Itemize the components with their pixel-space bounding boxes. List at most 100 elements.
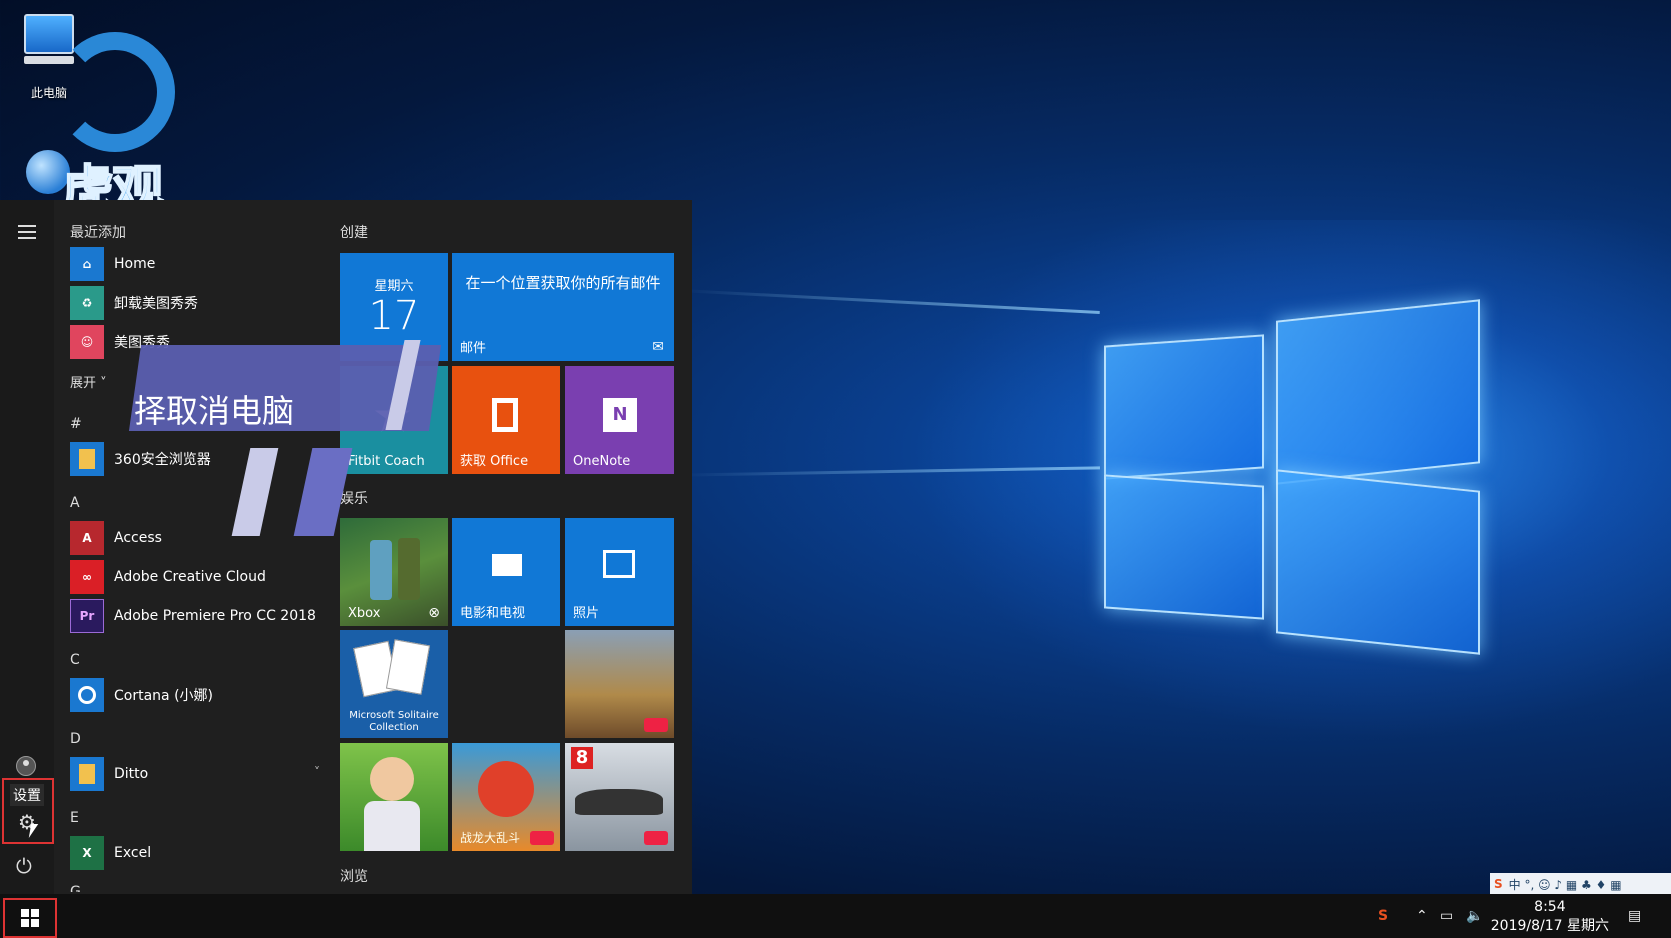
app-item-access[interactable]: A Access (70, 521, 320, 555)
cortana-icon (70, 678, 104, 712)
user-avatar[interactable] (16, 756, 36, 776)
tile-label: 邮件 (460, 341, 487, 356)
tile-label: Microsoft Solitaire Collection (349, 710, 439, 733)
app-label: Access (114, 530, 162, 546)
app-item-cortana[interactable]: Cortana (小娜) (70, 678, 320, 712)
clapperboard-icon (492, 554, 522, 576)
app-item-excel[interactable]: X Excel (70, 836, 320, 870)
tile-label: 获取 Office (460, 454, 529, 469)
dragon-icon (478, 761, 534, 817)
card-icon (385, 639, 431, 695)
clock-date: 2019/8/17 星期六 (1490, 918, 1609, 934)
volume-icon[interactable]: 🔈 (1466, 894, 1483, 938)
settings-button[interactable]: 设置 ⚙ (2, 778, 54, 844)
asphalt-tile[interactable]: 8 (565, 743, 674, 851)
calendar-day: 星期六 (374, 279, 414, 294)
office-icon (492, 398, 518, 432)
section-letter[interactable]: A (70, 495, 80, 511)
section-letter[interactable]: G (70, 884, 81, 892)
tile-label: OneNote (573, 454, 631, 469)
hamburger-menu-icon[interactable] (18, 225, 36, 243)
app-label: Home (114, 256, 156, 272)
app-item-home[interactable]: ⌂ Home (70, 247, 320, 281)
xbox-icon: ⊗ (428, 605, 440, 621)
network-icon[interactable]: ▭ (1440, 894, 1453, 938)
tile-label: 照片 (573, 606, 600, 621)
onenote-icon: N (603, 398, 637, 432)
gameloft-badge-icon (644, 831, 668, 845)
clock-time: 8:54 (1534, 899, 1566, 915)
app-item-360-browser[interactable]: 360安全浏览器 ˅ (70, 442, 320, 476)
power-icon[interactable]: ⏻ (16, 854, 32, 878)
section-letter[interactable]: C (70, 652, 80, 668)
ime-toolbar[interactable]: S 中 °, ☺ ♪ ▦ ♣ ♦ ▦ (1490, 873, 1671, 895)
app-label: Cortana (小娜) (114, 688, 213, 704)
app-label: 卸载美图秀秀 (114, 296, 198, 312)
windows-icon (21, 909, 39, 927)
start-rail: 设置 ⚙ ⏻ (0, 200, 54, 897)
chevron-up-icon[interactable]: ⌃ (1416, 894, 1428, 938)
empire-game-tile[interactable] (565, 630, 674, 738)
group-header: 娱乐 (340, 491, 368, 507)
notification-icon[interactable]: ▤ (1628, 894, 1641, 938)
dragon-game-tile[interactable]: 战龙大乱斗 (452, 743, 560, 851)
watermark-logo: 虎观 (10, 20, 180, 222)
section-letter[interactable]: E (70, 810, 79, 826)
mail-icon: ✉ (652, 339, 664, 355)
recent-header: 最近添加 (70, 225, 126, 241)
app-item-ditto[interactable]: Ditto ˅ (70, 757, 320, 791)
app-item-premiere[interactable]: Pr Adobe Premiere Pro CC 2018 (70, 599, 320, 633)
onenote-tile[interactable]: N OneNote (565, 366, 674, 474)
section-letter[interactable]: # (70, 416, 82, 432)
photos-tile[interactable]: 照片 (565, 518, 674, 626)
folder-icon (70, 757, 104, 791)
solitaire-tile[interactable]: Microsoft Solitaire Collection (340, 630, 448, 738)
group-header: 创建 (340, 225, 368, 241)
gardenscapes-tile[interactable] (340, 743, 448, 851)
tile-label: Fitbit Coach (348, 454, 425, 469)
mail-text: 在一个位置获取你的所有邮件 (465, 274, 661, 292)
car-icon (575, 789, 663, 815)
mail-tile[interactable]: 在一个位置获取你的所有邮件 邮件 ✉ (452, 253, 674, 361)
creative-cloud-icon: ∞ (70, 560, 104, 594)
chevron-down-icon: ˅ (314, 765, 320, 779)
ime-status: 中 °, ☺ ♪ ▦ ♣ ♦ ▦ (1508, 877, 1622, 892)
sogou-icon: S (1494, 877, 1503, 891)
app-item-uninstall-meitu[interactable]: ♻ 卸载美图秀秀 (70, 286, 320, 320)
expand-button[interactable]: 展开 ˅ (70, 372, 107, 391)
movies-tile[interactable]: 电影和电视 (452, 518, 560, 626)
tile-label: 战龙大乱斗 (460, 831, 521, 845)
group-header: 浏览 (340, 869, 368, 885)
tile-label: 电影和电视 (460, 606, 526, 621)
tutorial-banner-text: 择取消电脑 (134, 392, 295, 430)
home-icon: ⌂ (70, 247, 104, 281)
uninstall-icon: ♻ (70, 286, 104, 320)
sogou-tray-icon[interactable]: S (1378, 894, 1388, 938)
section-letter[interactable]: D (70, 731, 81, 747)
xbox-tile[interactable]: Xbox ⊗ (340, 518, 448, 626)
app-label: Adobe Creative Cloud (114, 569, 266, 585)
app-label: Adobe Premiere Pro CC 2018 (114, 608, 316, 624)
tile-label: Xbox (348, 606, 381, 621)
app-label: 360安全浏览器 (114, 452, 211, 468)
photo-icon (603, 550, 635, 578)
taskbar-clock[interactable]: 8:54 2019/8/17 星期六 (1491, 898, 1609, 936)
gameloft-badge-icon (530, 831, 554, 845)
office-tile[interactable]: 获取 Office (452, 366, 560, 474)
access-icon: A (70, 521, 104, 555)
app-item-creative-cloud[interactable]: ∞ Adobe Creative Cloud (70, 560, 320, 594)
start-button[interactable] (3, 898, 57, 938)
app-label: Ditto (114, 766, 149, 782)
windows-logo-wallpaper (910, 220, 1671, 740)
meitu-icon: ☺ (70, 325, 104, 359)
character-figure (398, 538, 420, 600)
settings-tooltip: 设置 (10, 784, 44, 806)
folder-icon (70, 442, 104, 476)
character-face (370, 757, 414, 801)
character-body (364, 801, 420, 851)
swirl-logo-icon (55, 32, 175, 152)
gameloft-badge-icon (644, 718, 668, 732)
app-label: Excel (114, 845, 152, 861)
premiere-icon: Pr (70, 599, 104, 633)
calendar-date: 17 (368, 293, 420, 339)
